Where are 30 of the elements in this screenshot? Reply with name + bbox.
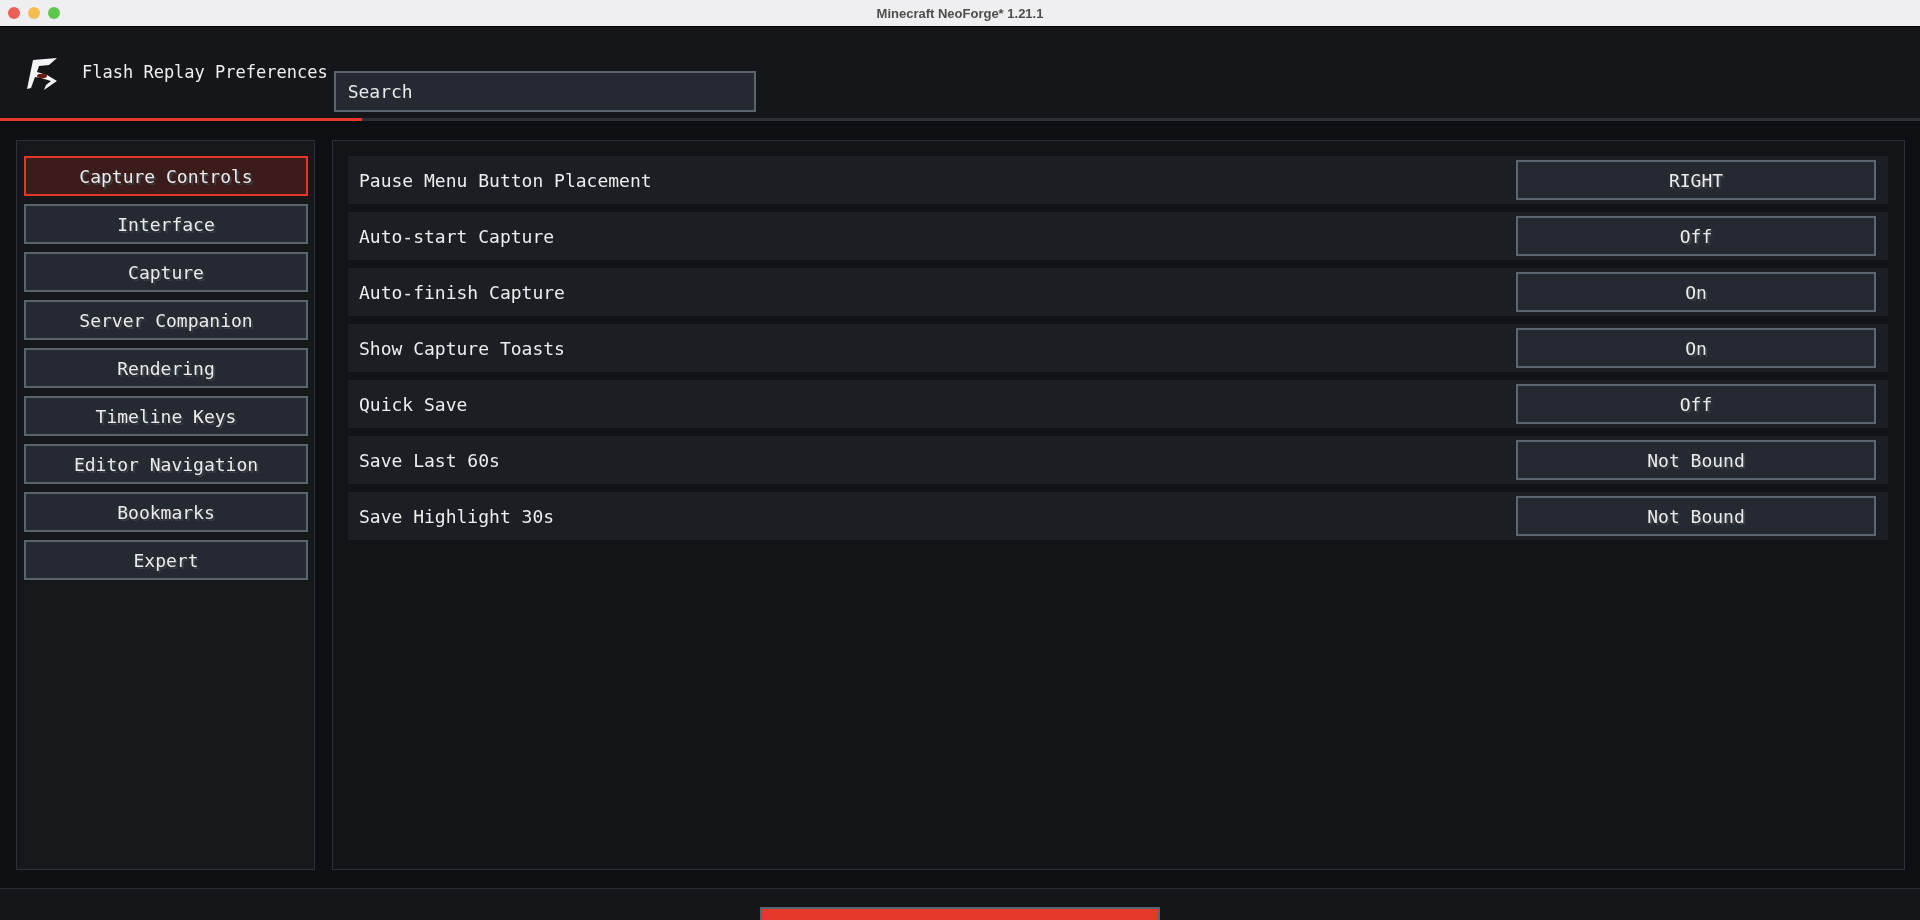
search-field[interactable]: Search bbox=[333, 71, 756, 112]
setting-label: Auto-start Capture bbox=[359, 225, 555, 247]
value-button[interactable]: On bbox=[1516, 328, 1876, 368]
window-title: Minecraft NeoForge* 1.21.1 bbox=[876, 5, 1044, 21]
sidebar-tab[interactable]: Expert bbox=[24, 540, 308, 580]
sidebar-tab[interactable]: Server Companion bbox=[24, 300, 308, 340]
page-title: Flash Replay Preferences bbox=[82, 62, 328, 82]
close-icon[interactable] bbox=[8, 7, 20, 19]
setting-label: Show Capture Toasts bbox=[359, 337, 565, 359]
value-button[interactable]: RIGHT bbox=[1516, 160, 1876, 200]
setting-label: Pause Menu Button Placement bbox=[359, 169, 652, 191]
sidebar-tab[interactable]: Capture Controls bbox=[24, 156, 308, 196]
sidebar-tab[interactable]: Editor Navigation bbox=[24, 444, 308, 484]
sidebar-tab[interactable]: Rendering bbox=[24, 348, 308, 388]
sidebar-tab[interactable]: Bookmarks bbox=[24, 492, 308, 532]
value-button[interactable]: On bbox=[1516, 272, 1876, 312]
setting-label: Save Highlight 30s bbox=[359, 505, 555, 527]
footer-button[interactable] bbox=[760, 907, 1160, 920]
setting-label: Quick Save bbox=[359, 393, 468, 415]
value-button[interactable]: Not Bound bbox=[1516, 496, 1876, 536]
maximize-icon[interactable] bbox=[48, 7, 60, 19]
minimize-icon[interactable] bbox=[28, 7, 40, 19]
value-button[interactable]: Not Bound bbox=[1516, 440, 1876, 480]
setting-label: Save Last 60s bbox=[359, 449, 500, 471]
setting-label: Auto-finish Capture bbox=[359, 281, 565, 303]
value-button[interactable]: Off bbox=[1516, 384, 1876, 424]
sidebar-tab[interactable]: Capture bbox=[24, 252, 308, 292]
value-button[interactable]: Off bbox=[1516, 216, 1876, 256]
sidebar-tab[interactable]: Timeline Keys bbox=[24, 396, 308, 436]
sidebar-tab[interactable]: Interface bbox=[24, 204, 308, 244]
